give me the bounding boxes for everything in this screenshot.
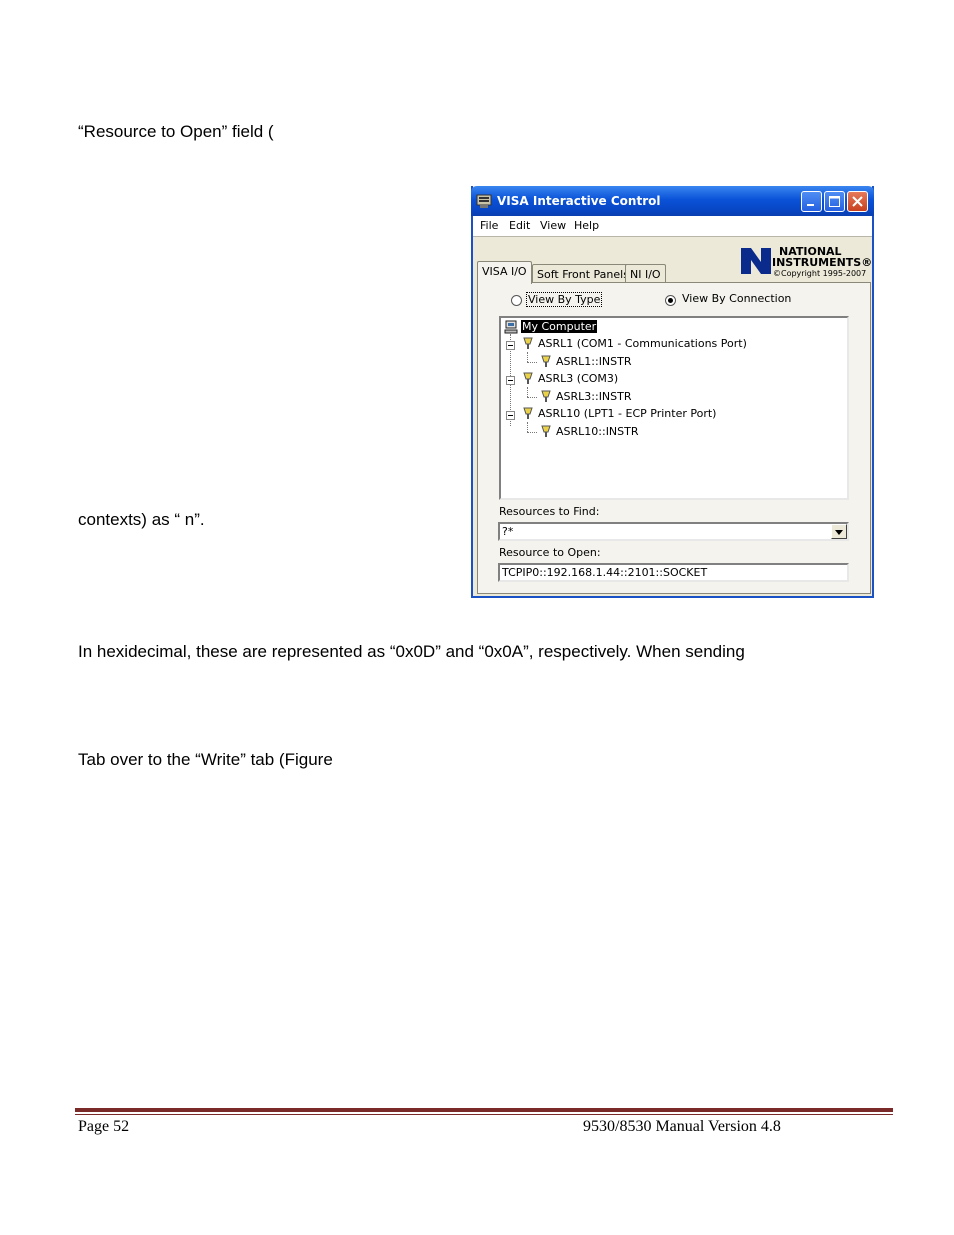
- tree-collapse-asrl1[interactable]: [506, 341, 515, 350]
- close-icon: [852, 196, 863, 207]
- serial-connector-icon: [523, 407, 533, 419]
- resource-tree[interactable]: My Computer ASRL1 (COM1 - Communications…: [499, 316, 849, 500]
- tab-visa-io[interactable]: VISA I/O: [477, 261, 532, 284]
- close-button[interactable]: [847, 191, 868, 212]
- tree-node-asrl3[interactable]: ASRL3 (COM3): [538, 372, 618, 385]
- minimize-button[interactable]: [801, 191, 822, 212]
- menu-file[interactable]: File: [480, 219, 498, 232]
- tab-soft-front-panels[interactable]: Soft Front Panels: [532, 264, 634, 283]
- radio-view-by-type[interactable]: [511, 295, 522, 306]
- body-text-hexadecimal: In hexidecimal, these are represented as…: [78, 642, 745, 661]
- resources-to-find-value: ?*: [502, 525, 514, 538]
- resource-to-open-value: TCPIP0::192.168.1.44::2101::SOCKET: [502, 566, 708, 579]
- ni-logo-line2: INSTRUMENTS®: [772, 256, 873, 269]
- instrument-icon: [541, 390, 551, 402]
- footer-manual-version: 9530/8530 Manual Version 4.8: [583, 1118, 781, 1135]
- footer-rule-thin: [75, 1114, 893, 1115]
- tree-node-asrl10[interactable]: ASRL10 (LPT1 - ECP Printer Port): [538, 407, 716, 420]
- tree-node-my-computer[interactable]: My Computer: [521, 320, 598, 333]
- maximize-button[interactable]: [824, 191, 845, 212]
- resource-to-open-input[interactable]: TCPIP0::192.168.1.44::2101::SOCKET: [498, 563, 849, 582]
- serial-connector-icon: [523, 372, 533, 384]
- body-text-resource-to-open: “Resource to Open” field (: [78, 122, 274, 141]
- instrument-icon: [541, 355, 551, 367]
- maximize-icon: [829, 196, 840, 207]
- menu-help[interactable]: Help: [574, 219, 599, 232]
- serial-connector-icon: [523, 337, 533, 349]
- instrument-icon: [541, 425, 551, 437]
- menu-bar: File Edit View Help: [473, 216, 872, 237]
- tree-collapse-asrl10[interactable]: [506, 411, 515, 420]
- body-text-write-tab: Tab over to the “Write” tab (Figure: [78, 750, 333, 769]
- tree-node-asrl3-instr[interactable]: ASRL3::INSTR: [556, 390, 632, 403]
- window-title: VISA Interactive Control: [497, 194, 661, 208]
- radio-view-by-connection-label[interactable]: View By Connection: [682, 292, 791, 305]
- tree-node-asrl1-instr[interactable]: ASRL1::INSTR: [556, 355, 632, 368]
- tab-ni-io[interactable]: NI I/O: [625, 264, 666, 283]
- radio-view-by-type-label[interactable]: View By Type: [526, 292, 603, 307]
- chevron-down-icon[interactable]: [831, 524, 847, 539]
- resource-to-open-label: Resource to Open:: [499, 546, 601, 559]
- body-text-contexts: contexts) as “ n”.: [78, 510, 205, 529]
- radio-view-by-connection[interactable]: [665, 295, 676, 306]
- minimize-icon: [807, 204, 814, 206]
- menu-edit[interactable]: Edit: [509, 219, 530, 232]
- resources-to-find-dropdown[interactable]: ?*: [498, 522, 849, 541]
- ni-copyright: ©Copyright 1995-2007: [773, 269, 867, 278]
- tree-node-asrl10-instr[interactable]: ASRL10::INSTR: [556, 425, 639, 438]
- tree-node-asrl1[interactable]: ASRL1 (COM1 - Communications Port): [538, 337, 747, 350]
- resources-to-find-label: Resources to Find:: [499, 505, 600, 518]
- menu-view[interactable]: View: [540, 219, 566, 232]
- tree-collapse-asrl3[interactable]: [506, 376, 515, 385]
- footer-page-number: Page 52: [78, 1118, 130, 1135]
- title-bar[interactable]: VISA Interactive Control: [471, 186, 874, 216]
- visa-interactive-control-window: VISA Interactive Control File Edit View …: [471, 186, 874, 598]
- national-instruments-logo-icon: [741, 248, 771, 274]
- computer-icon: [504, 320, 518, 334]
- footer-rule: [75, 1108, 893, 1112]
- visa-app-icon: [476, 194, 492, 208]
